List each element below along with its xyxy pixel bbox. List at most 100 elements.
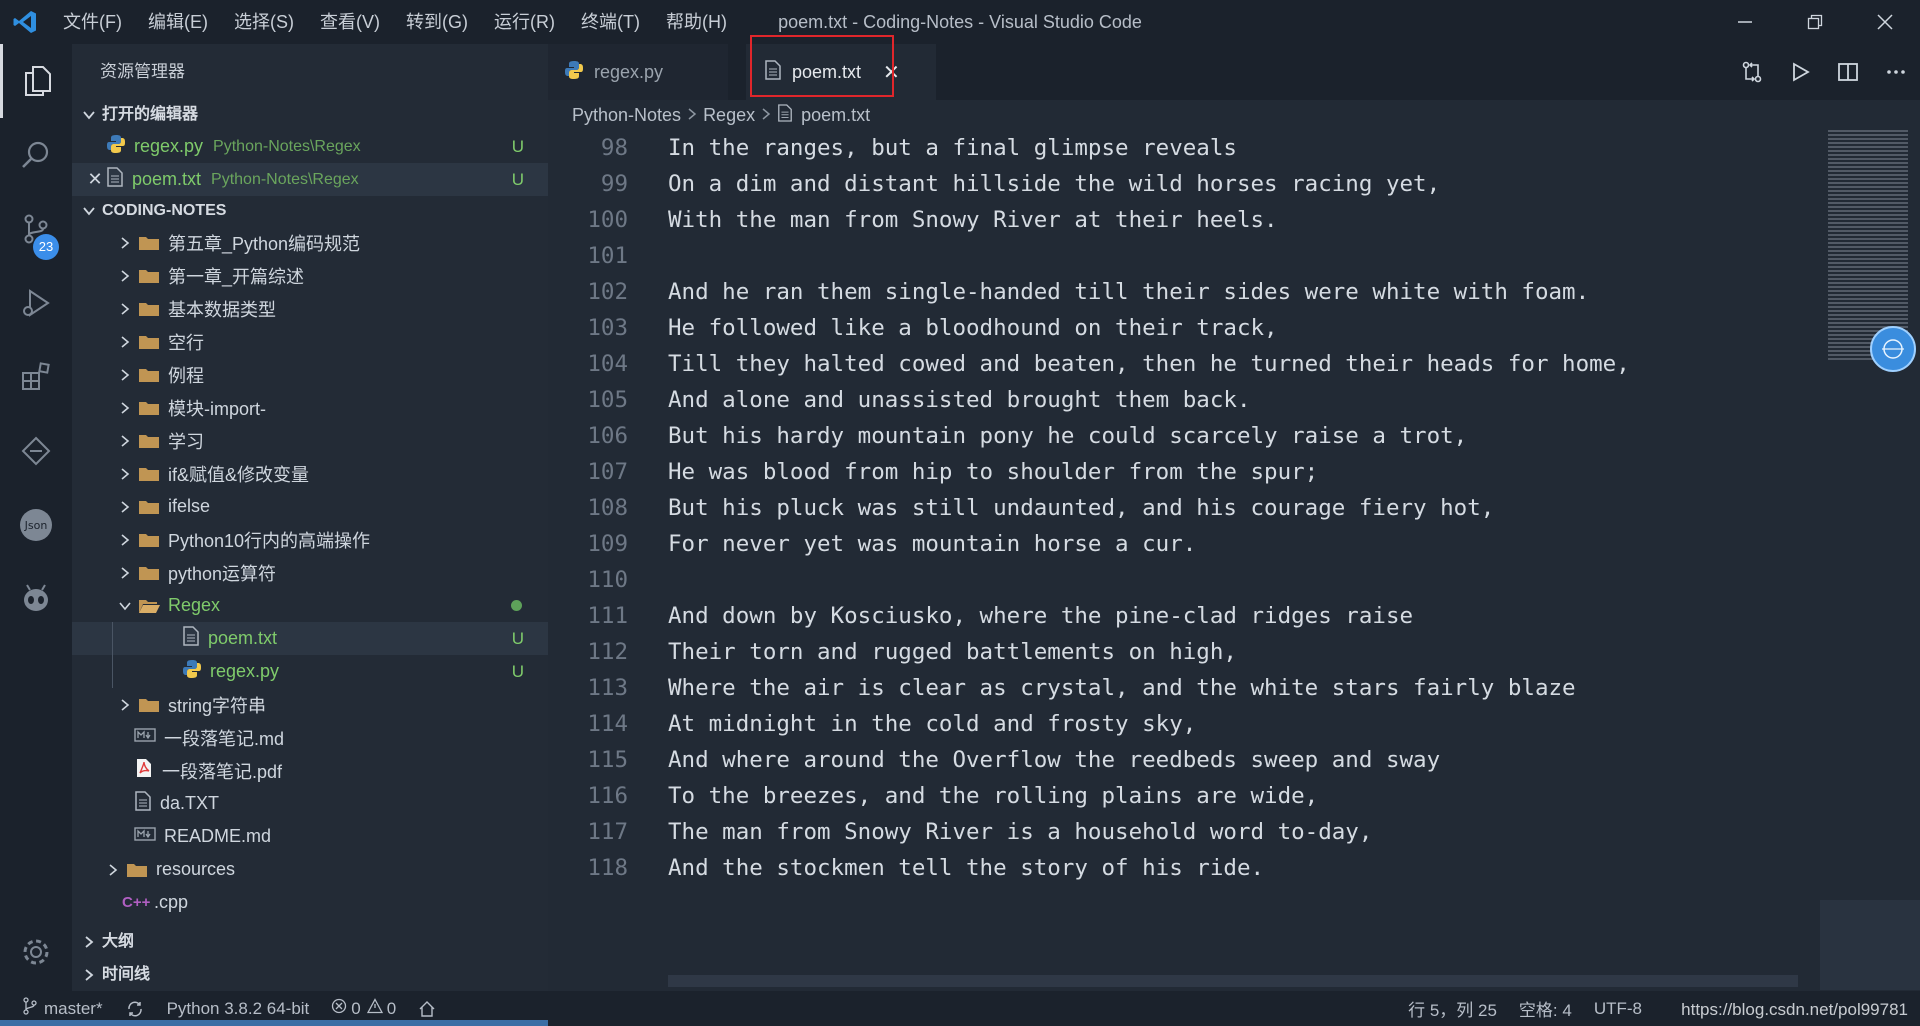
code-line[interactable]: On a dim and distant hillside the wild h… [668, 166, 1630, 202]
tree-file-da-txt[interactable]: da.TXT [72, 787, 548, 820]
tree-folder-chapter1[interactable]: 第一章_开篇综述 [72, 259, 548, 292]
menu-terminal[interactable]: 终端(T) [568, 0, 653, 44]
tree-file-notes-pdf[interactable]: 一段落笔记.pdf [72, 754, 548, 787]
code-line[interactable]: Where the air is clear as crystal, and t… [668, 670, 1630, 706]
python-interpreter[interactable]: Python 3.8.2 64-bit [167, 999, 310, 1019]
tree-file-cpp[interactable]: C++ .cpp [72, 886, 548, 919]
workspace-header[interactable]: CODING-NOTES [72, 196, 548, 226]
chevron-right-icon [687, 105, 697, 126]
timeline-header[interactable]: 时间线 [72, 958, 548, 991]
breadcrumb-item[interactable]: poem.txt [801, 105, 870, 126]
alien-extension-icon[interactable] [0, 562, 72, 636]
code-line[interactable]: Their torn and rugged battlements on hig… [668, 634, 1630, 670]
window-controls [1710, 0, 1920, 44]
tree-folder-if-assign[interactable]: if&赋值&修改变量 [72, 457, 548, 490]
tree-folder-study[interactable]: 学习 [72, 424, 548, 457]
file-encoding[interactable]: UTF-8 [1594, 999, 1642, 1019]
tree-folder-chapter5[interactable]: 第五章_Python编码规范 [72, 226, 548, 259]
restore-button[interactable] [1780, 0, 1850, 44]
tab-poem-txt[interactable]: poem.txt ✕ [746, 44, 936, 100]
close-tab-icon[interactable]: ✕ [883, 60, 900, 85]
tree-folder-regex[interactable]: Regex [72, 589, 548, 622]
minimap-slider[interactable] [1820, 900, 1920, 990]
tree-file-notes-md[interactable]: 一段落笔记.md [72, 721, 548, 754]
open-editor-poem-txt[interactable]: ✕ poem.txt Python-Notes\Regex U [72, 163, 548, 196]
tree-folder-operators[interactable]: python运算符 [72, 556, 548, 589]
code-text[interactable]: In the ranges, but a final glimpse revea… [668, 130, 1630, 886]
remote-explorer-icon[interactable] [0, 414, 72, 488]
minimize-button[interactable] [1710, 0, 1780, 44]
tree-file-readme[interactable]: README.md [72, 820, 548, 853]
more-actions-icon[interactable] [1872, 44, 1920, 100]
floating-action-button[interactable] [1870, 326, 1916, 372]
breadcrumb-item[interactable]: Regex [703, 105, 755, 126]
menu-selection[interactable]: 选择(S) [221, 0, 307, 44]
code-line[interactable]: The man from Snowy River is a household … [668, 814, 1630, 850]
settings-gear-icon[interactable] [0, 924, 72, 980]
code-line[interactable]: And down by Kosciusko, where the pine-cl… [668, 598, 1630, 634]
status-accent-strip [0, 1020, 548, 1026]
breadcrumb-item[interactable]: Python-Notes [572, 105, 681, 126]
problems-indicator[interactable]: 0 0 [331, 998, 396, 1019]
json-icon[interactable]: Json [0, 488, 72, 562]
tree-file-regex-py[interactable]: regex.py U [72, 655, 548, 688]
open-editors-label: 打开的编辑器 [102, 106, 199, 123]
menu-go[interactable]: 转到(G) [393, 0, 481, 44]
menu-run[interactable]: 运行(R) [481, 0, 568, 44]
code-line[interactable]: Till they halted cowed and beaten, then … [668, 346, 1630, 382]
tree-folder-modules[interactable]: 模块-import- [72, 391, 548, 424]
run-debug-icon[interactable] [0, 266, 72, 340]
code-line[interactable]: With the man from Snowy River at their h… [668, 202, 1630, 238]
code-line[interactable]: In the ranges, but a final glimpse revea… [668, 130, 1630, 166]
code-line[interactable] [668, 562, 1630, 598]
tree-file-poem-txt[interactable]: poem.txt U [72, 622, 548, 655]
cursor-position[interactable]: 行 5，列 25 [1408, 996, 1497, 1021]
sync-icon[interactable] [125, 1000, 145, 1018]
split-editor-icon[interactable] [1824, 44, 1872, 100]
code-line[interactable]: For never yet was mountain horse a cur. [668, 526, 1630, 562]
code-line[interactable]: And alone and unassisted brought them ba… [668, 382, 1630, 418]
code-line[interactable]: He was blood from hip to shoulder from t… [668, 454, 1630, 490]
code-line[interactable]: He followed like a bloodhound on their t… [668, 310, 1630, 346]
code-line[interactable] [668, 238, 1630, 274]
code-line[interactable]: And the stockmen tell the story of his r… [668, 850, 1630, 886]
tab-regex-py[interactable]: regex.py [548, 44, 728, 100]
code-line[interactable]: At midnight in the cold and frosty sky, [668, 706, 1630, 742]
compare-changes-icon[interactable] [1728, 44, 1776, 100]
tree-folder-resources[interactable]: resources [72, 853, 548, 886]
folder-icon [138, 697, 160, 713]
run-file-icon[interactable] [1776, 44, 1824, 100]
menu-view[interactable]: 查看(V) [307, 0, 393, 44]
extensions-icon[interactable] [0, 340, 72, 414]
open-editor-regex-py[interactable]: regex.py Python-Notes\Regex U [72, 130, 548, 163]
tree-folder-blank-lines[interactable]: 空行 [72, 325, 548, 358]
horizontal-scrollbar[interactable] [668, 975, 1798, 987]
editor-area[interactable]: 98 99 100 101 102 103 104 105 106 107 108 109 110 111… [548, 130, 1920, 991]
close-window-button[interactable] [1850, 0, 1920, 44]
tree-folder-ifelse[interactable]: ifelse [72, 490, 548, 523]
text-file-icon [106, 167, 124, 192]
code-line[interactable]: To the breezes, and the rolling plains a… [668, 778, 1630, 814]
minimap[interactable] [1820, 130, 1920, 991]
git-branch[interactable]: master* [22, 997, 103, 1020]
menu-file[interactable]: 文件(F) [50, 0, 135, 44]
code-line[interactable]: But his pluck was still undaunted, and h… [668, 490, 1630, 526]
code-line[interactable]: But his hardy mountain pony he could sca… [668, 418, 1630, 454]
menu-help[interactable]: 帮助(H) [653, 0, 740, 44]
tree-folder-examples[interactable]: 例程 [72, 358, 548, 391]
menu-edit[interactable]: 编辑(E) [135, 0, 221, 44]
tree-folder-string[interactable]: string字符串 [72, 688, 548, 721]
source-control-icon[interactable]: 23 [0, 192, 72, 266]
outline-header[interactable]: 大纲 [72, 925, 548, 958]
code-line[interactable]: And where around the Overflow the reedbe… [668, 742, 1630, 778]
code-line[interactable]: And he ran them single-handed till their… [668, 274, 1630, 310]
tree-folder-datatypes[interactable]: 基本数据类型 [72, 292, 548, 325]
live-share-home-icon[interactable] [418, 1000, 436, 1018]
indentation[interactable]: 空格: 4 [1519, 996, 1572, 1021]
tree-item-label: 例程 [168, 365, 204, 386]
open-editors-header[interactable]: 打开的编辑器 [72, 100, 548, 130]
search-icon[interactable] [0, 118, 72, 192]
tree-folder-python10[interactable]: Python10行内的高端操作 [72, 523, 548, 556]
explorer-icon[interactable] [0, 44, 72, 118]
close-editor-icon[interactable]: ✕ [84, 169, 106, 190]
